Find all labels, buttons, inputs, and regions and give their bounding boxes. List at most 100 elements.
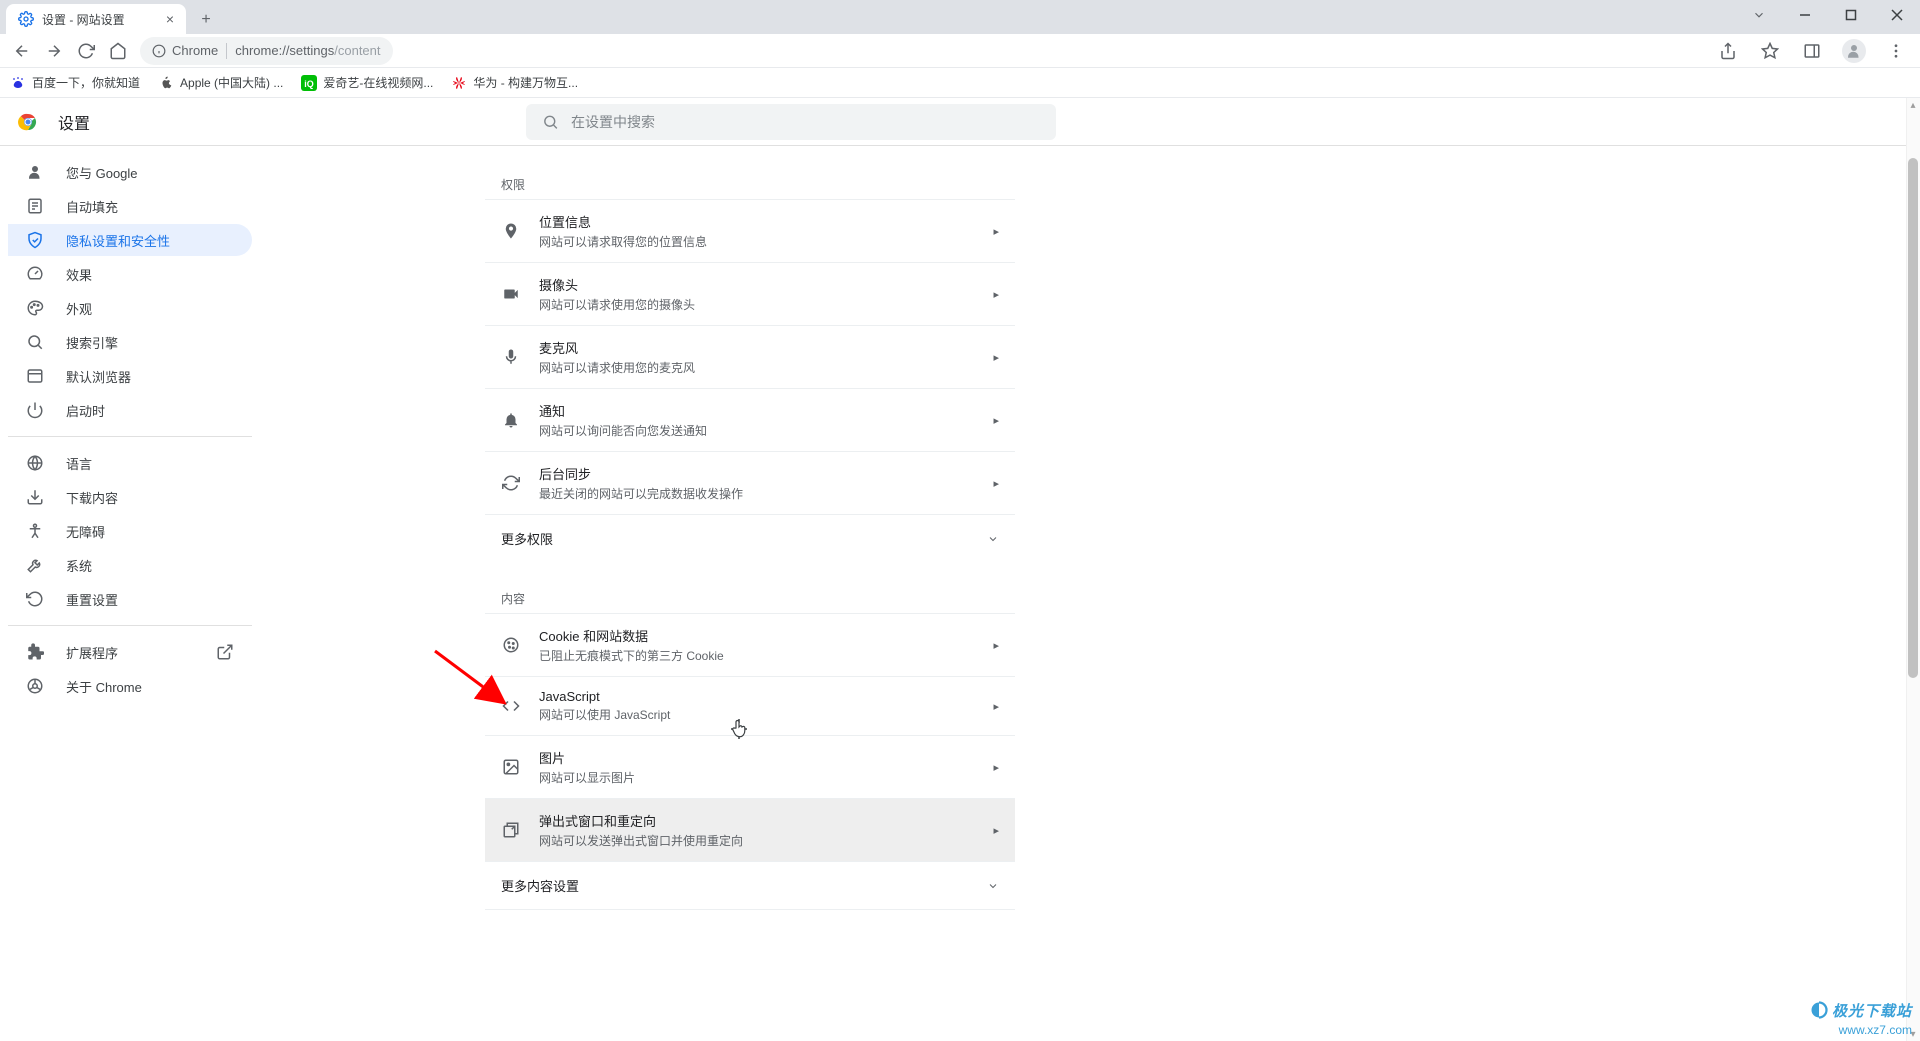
browser-icon — [26, 367, 44, 385]
sidebar-item-performance[interactable]: 效果 — [8, 258, 252, 290]
browser-tab-active[interactable]: 设置 - 网站设置 × — [6, 4, 186, 34]
sidebar-item-search-engine[interactable]: 搜索引擎 — [8, 326, 252, 358]
download-icon — [26, 488, 44, 506]
more-permissions-label: 更多权限 — [501, 529, 553, 548]
setting-row-background-sync[interactable]: 后台同步最近关闭的网站可以完成数据收发操作 ▸ — [485, 451, 1015, 514]
window-controls — [1736, 0, 1920, 30]
setting-row-cookies[interactable]: Cookie 和网站数据已阻止无痕模式下的第三方 Cookie ▸ — [485, 613, 1015, 676]
bookmark-item-iqiyi[interactable]: iQ 爱奇艺-在线视频网... — [301, 74, 433, 91]
sidebar-item-label: 重置设置 — [66, 590, 118, 609]
more-content-label: 更多内容设置 — [501, 876, 579, 895]
sidebar-item-accessibility[interactable]: 无障碍 — [8, 515, 252, 547]
chevron-right-icon: ▸ — [993, 477, 999, 490]
row-sub: 网站可以请求使用您的麦克风 — [539, 359, 993, 376]
sidebar-item-label: 语言 — [66, 454, 92, 473]
sidebar-item-language[interactable]: 语言 — [8, 447, 252, 479]
sidebar-item-label: 关于 Chrome — [66, 677, 142, 696]
sidebar-item-startup[interactable]: 启动时 — [8, 394, 252, 426]
bookmark-item-baidu[interactable]: 百度一下，你就知道 — [10, 74, 140, 91]
tab-title: 设置 - 网站设置 — [42, 11, 158, 28]
row-title: 麦克风 — [539, 338, 993, 357]
new-tab-button[interactable]: + — [192, 6, 220, 34]
chevron-right-icon: ▸ — [993, 639, 999, 652]
sidebar-item-system[interactable]: 系统 — [8, 549, 252, 581]
more-content-row[interactable]: 更多内容设置 — [485, 861, 1015, 910]
image-icon — [502, 758, 520, 776]
sidebar-item-about[interactable]: 关于 Chrome — [8, 670, 252, 702]
section-permissions-label: 权限 — [485, 166, 1015, 199]
setting-row-popups[interactable]: 弹出式窗口和重定向网站可以发送弹出式窗口并使用重定向 ▸ — [485, 798, 1015, 861]
settings-search-input[interactable] — [571, 114, 1040, 130]
row-title: 位置信息 — [539, 212, 993, 231]
baidu-icon — [10, 75, 26, 91]
bookmark-star-button[interactable] — [1754, 35, 1786, 67]
setting-row-camera[interactable]: 摄像头网站可以请求使用您的摄像头 ▸ — [485, 262, 1015, 325]
profile-avatar-button[interactable] — [1838, 35, 1870, 67]
reload-button[interactable] — [72, 37, 100, 65]
sidebar-item-default-browser[interactable]: 默认浏览器 — [8, 360, 252, 392]
sidebar-item-label: 自动填充 — [66, 197, 118, 216]
power-icon — [26, 401, 44, 419]
sidebar-item-extensions[interactable]: 扩展程序 — [8, 636, 252, 668]
forward-button[interactable] — [40, 37, 68, 65]
window-minimize-button[interactable] — [1782, 0, 1828, 30]
more-permissions-row[interactable]: 更多权限 — [485, 514, 1015, 562]
about-chrome-icon — [26, 677, 44, 695]
iqiyi-icon: iQ — [301, 75, 317, 91]
sidebar-divider — [8, 436, 252, 437]
settings-body: 您与 Google 自动填充 隐私设置和安全性 效果 外观 搜索引擎 — [0, 146, 1920, 1041]
setting-row-images[interactable]: 图片网站可以显示图片 ▸ — [485, 735, 1015, 798]
tab-strip: 设置 - 网站设置 × + — [0, 0, 1920, 34]
row-sub: 已阻止无痕模式下的第三方 Cookie — [539, 647, 993, 664]
mic-icon — [502, 348, 520, 366]
window-maximize-button[interactable] — [1828, 0, 1874, 30]
side-panel-button[interactable] — [1796, 35, 1828, 67]
sidebar-item-label: 外观 — [66, 299, 92, 318]
menu-button[interactable] — [1880, 35, 1912, 67]
sidebar-item-downloads[interactable]: 下载内容 — [8, 481, 252, 513]
sidebar-item-autofill[interactable]: 自动填充 — [8, 190, 252, 222]
sidebar-item-label: 下载内容 — [66, 488, 118, 507]
sidebar-item-label: 系统 — [66, 556, 92, 575]
chrome-logo-icon — [16, 110, 40, 134]
sidebar-item-appearance[interactable]: 外观 — [8, 292, 252, 324]
sidebar-item-label: 启动时 — [66, 401, 105, 420]
row-title: 弹出式窗口和重定向 — [539, 811, 993, 830]
popup-icon — [502, 821, 520, 839]
bookmark-item-huawei[interactable]: 华为 - 构建万物互... — [451, 74, 578, 91]
back-button[interactable] — [8, 37, 36, 65]
chevron-down-icon — [987, 533, 999, 545]
settings-title: 设置 — [58, 110, 90, 134]
window-dropdown-button[interactable] — [1736, 0, 1782, 30]
scrollbar-up-icon[interactable]: ▴ — [1906, 98, 1920, 112]
setting-row-microphone[interactable]: 麦克风网站可以请求使用您的麦克风 ▸ — [485, 325, 1015, 388]
sidebar-item-reset[interactable]: 重置设置 — [8, 583, 252, 615]
bookmark-item-apple[interactable]: Apple (中国大陆) ... — [158, 74, 283, 91]
sidebar-item-privacy[interactable]: 隐私设置和安全性 — [8, 224, 252, 256]
chevron-right-icon: ▸ — [993, 225, 999, 238]
bookmark-label: 爱奇艺-在线视频网... — [323, 74, 433, 91]
section-content-label: 内容 — [485, 580, 1015, 613]
bell-icon — [502, 411, 520, 429]
chevron-right-icon: ▸ — [993, 700, 999, 713]
tab-close-icon[interactable]: × — [166, 11, 174, 27]
row-title: 摄像头 — [539, 275, 993, 294]
site-info-button[interactable]: Chrome — [152, 43, 218, 58]
settings-search-box[interactable] — [526, 104, 1056, 140]
sidebar-item-label: 搜索引擎 — [66, 333, 118, 352]
setting-row-location[interactable]: 位置信息网站可以请求取得您的位置信息 ▸ — [485, 199, 1015, 262]
accessibility-icon — [26, 522, 44, 540]
row-sub: 网站可以发送弹出式窗口并使用重定向 — [539, 832, 993, 849]
address-bar[interactable]: Chrome chrome://settings/content — [140, 37, 393, 65]
scrollbar-track[interactable]: ▴ ▾ — [1906, 98, 1920, 1041]
globe-icon — [26, 454, 44, 472]
window-close-button[interactable] — [1874, 0, 1920, 30]
chevron-right-icon: ▸ — [993, 351, 999, 364]
sidebar-item-you-google[interactable]: 您与 Google — [8, 156, 252, 188]
setting-row-notifications[interactable]: 通知网站可以询问能否向您发送通知 ▸ — [485, 388, 1015, 451]
share-button[interactable] — [1712, 35, 1744, 67]
scrollbar-thumb[interactable] — [1908, 158, 1918, 678]
home-button[interactable] — [104, 37, 132, 65]
sidebar-item-label: 您与 Google — [66, 163, 138, 182]
setting-row-javascript[interactable]: JavaScript网站可以使用 JavaScript ▸ — [485, 676, 1015, 735]
